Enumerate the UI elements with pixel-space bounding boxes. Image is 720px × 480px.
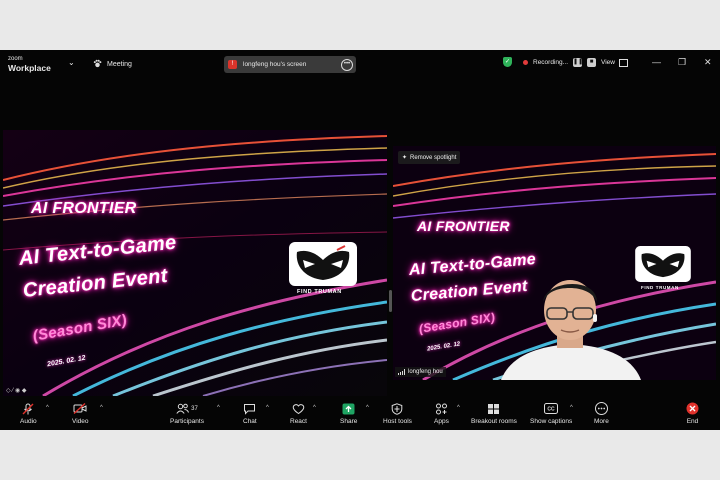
shared-screen-view[interactable]: AI FRONTIER AI Text-to-Game Creation Eve… [3,130,387,396]
remove-spotlight-button[interactable]: ✦ Remove spotlight [398,151,461,164]
react-label: React [290,418,307,425]
end-call-icon [686,402,699,415]
more-label: More [594,418,609,425]
title-bar: zoom Workplace ⌄ Meeting ! longfeng hou'… [0,50,720,80]
audio-options-chevron-icon[interactable]: ^ [46,405,49,411]
speaker-person [501,280,641,380]
more-dots-icon [594,402,608,415]
meeting-info-button[interactable]: Meeting [93,59,132,70]
captions-options-chevron-icon[interactable]: ^ [570,405,573,411]
breakout-rooms-label: Breakout rooms [471,418,517,425]
show-captions-button[interactable]: CC Show captions [530,402,572,425]
apps-button[interactable]: Apps [434,402,449,425]
participants-button[interactable]: 37 Participants [170,402,204,425]
chat-options-chevron-icon[interactable]: ^ [266,405,269,411]
pin-icon: ✦ [402,155,408,161]
share-label: Share [340,418,358,425]
share-label: longfeng hou's screen [243,61,307,68]
view-layout-icon[interactable] [619,59,628,67]
more-options-icon[interactable]: ••• [341,59,353,71]
share-screen-icon [342,402,355,415]
share-button[interactable]: Share [340,402,357,425]
pause-recording-icon[interactable]: ❚❚ [573,57,583,67]
host-tools-button[interactable]: Host tools [383,402,412,425]
participants-options-chevron-icon[interactable]: ^ [217,405,220,411]
find-truman-brand: FIND TRUMAN [297,289,342,295]
apps-label: Apps [434,418,449,425]
slide-title-line1: AI FRONTIER [31,200,137,217]
more-button[interactable]: More [594,402,609,425]
shield-icon [391,402,403,415]
zoom-workplace-logo: zoom Workplace [8,55,51,73]
mask-logo-icon [289,242,357,286]
signal-bars-icon [398,369,405,375]
captions-cc-icon: CC [544,402,559,415]
show-captions-label: Show captions [530,418,573,425]
chat-icon [243,402,256,415]
paw-icon [93,59,102,70]
participant-name: longfeng hou [408,369,443,375]
stop-share-icon[interactable]: ! [228,60,237,69]
logo-bottom-text: Workplace [8,63,51,73]
zoom-window: zoom Workplace ⌄ Meeting ! longfeng hou'… [0,50,720,430]
video-label: Video [72,418,89,425]
share-options-chevron-icon[interactable]: ^ [366,405,369,411]
end-label: End [686,418,699,425]
react-button[interactable]: React [290,402,307,425]
recording-dot-icon [523,59,528,65]
chat-label: Chat [243,418,257,425]
slide-nav-icons[interactable]: ◇ ⁄ ◉ ◆ [6,387,26,394]
close-icon[interactable]: ✕ [704,57,712,68]
remove-spotlight-label: Remove spotlight [410,154,457,161]
audio-button[interactable]: Audio [20,402,37,425]
chat-button[interactable]: Chat [243,402,257,425]
recording-label: Recording... [533,58,569,66]
participants-label: Participants [170,418,204,425]
stop-recording-icon[interactable]: ■ [587,57,597,67]
video-button[interactable]: Video [72,402,89,425]
recording-controls: ✓ Recording... ❚❚ ■ [503,57,597,67]
react-options-chevron-icon[interactable]: ^ [313,405,316,411]
audio-label: Audio [20,418,37,425]
mic-muted-icon [22,402,34,415]
host-tools-label: Host tools [383,418,412,425]
speaker-find-truman-brand: FIND TRUMAN [641,285,679,290]
meeting-label: Meeting [107,61,132,68]
end-button[interactable]: End [686,402,699,425]
apps-icon [435,402,448,415]
meeting-toolbar: Audio ^ Video ^ 37 Participants ^ Chat ^ [0,398,720,430]
video-off-icon [73,402,87,415]
heart-icon [292,402,305,415]
apps-options-chevron-icon[interactable]: ^ [457,405,460,411]
view-button[interactable]: View [601,59,615,66]
minimize-icon[interactable]: — [652,57,661,67]
resize-handle[interactable] [389,290,392,312]
shield-check-icon[interactable]: ✓ [503,57,512,67]
participants-count: 37 [191,405,198,412]
chevron-down-icon[interactable]: ⌄ [68,58,75,67]
speaker-slide-line1: AI FRONTIER [417,218,510,234]
screen-share-indicator[interactable]: ! longfeng hou's screen ••• [224,56,356,73]
participant-name-tag: longfeng hou [395,367,446,377]
spotlight-video[interactable]: AI FRONTIER AI Text-to-Game Creation Eve… [393,146,716,380]
restore-icon[interactable]: ❐ [678,57,686,68]
video-options-chevron-icon[interactable]: ^ [100,405,103,411]
breakout-rooms-button[interactable]: Breakout rooms [471,402,517,425]
breakout-rooms-icon [487,402,500,415]
svg-text:CC: CC [548,407,556,413]
speaker-mask-logo-icon [635,246,691,282]
participants-icon: 37 [176,402,198,415]
